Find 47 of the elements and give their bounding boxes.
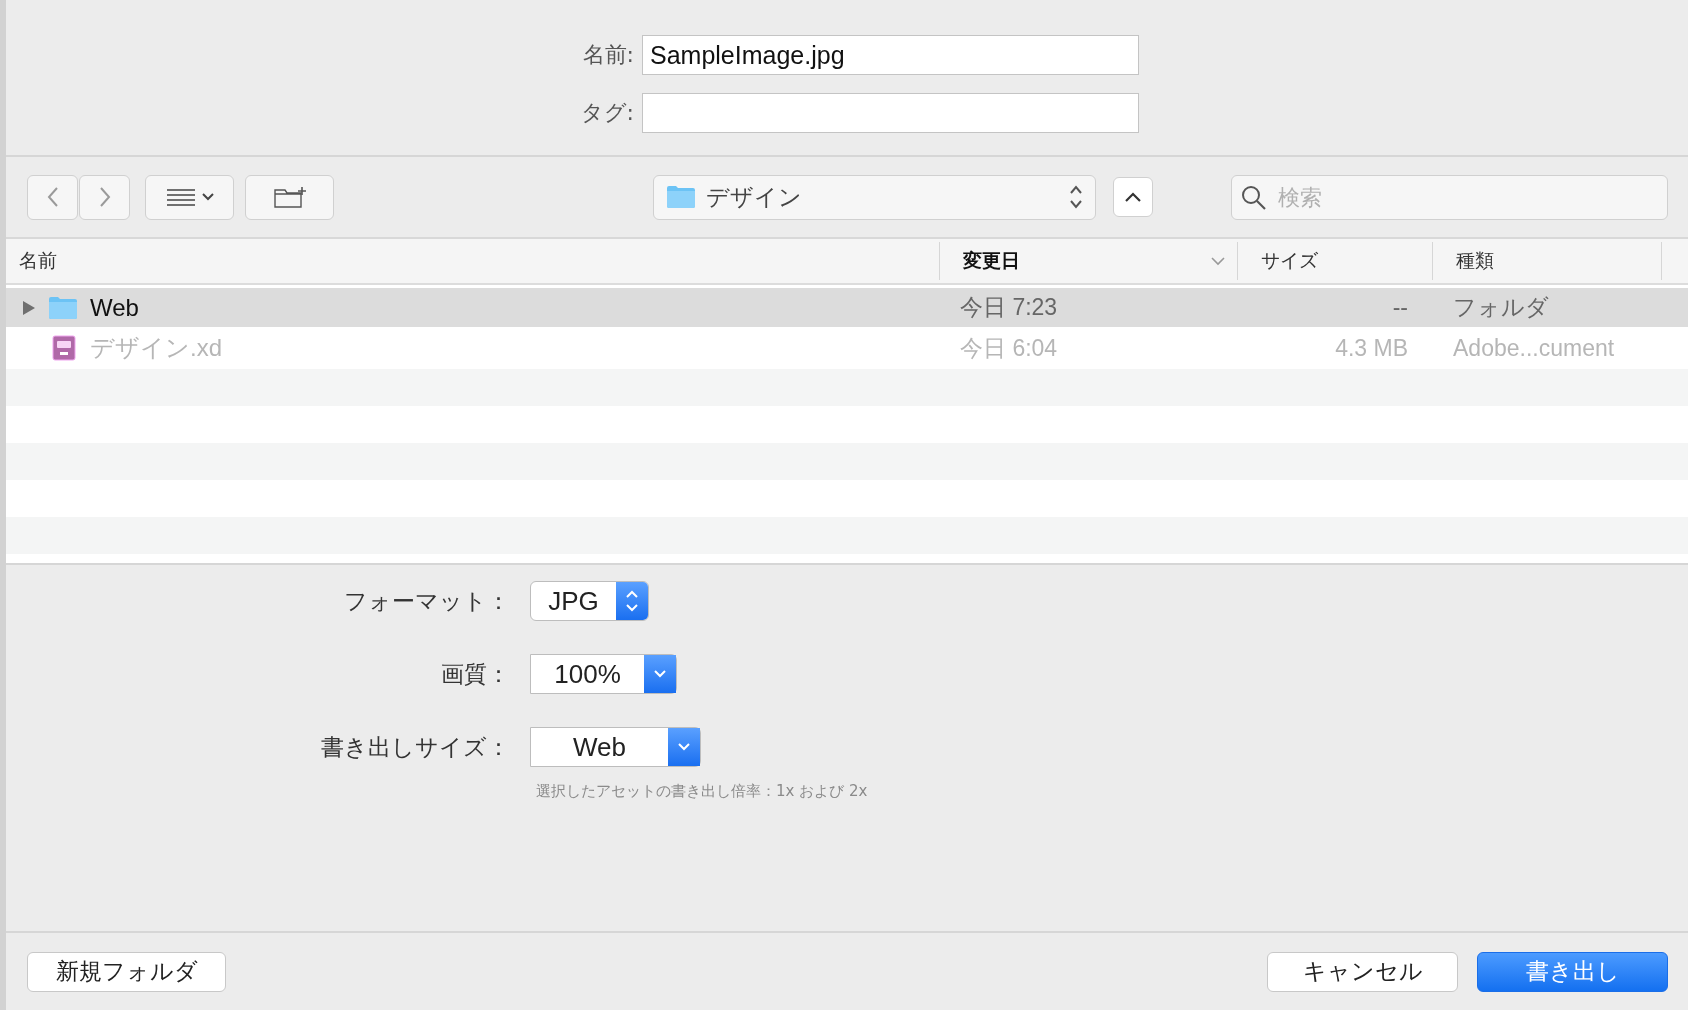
dropdown[interactable]: 100% [530, 654, 677, 694]
modified-date: 今日 6:04 [959, 333, 1059, 363]
export-button[interactable]: 書き出し [1477, 951, 1668, 992]
location-popup[interactable]: デザイン [653, 174, 1096, 220]
column-header[interactable]: 種類 [1433, 242, 1662, 280]
modified-date: 今日 7:23 [959, 293, 1059, 322]
file-size: 4.3 MB [1334, 334, 1409, 362]
file-size: -- [1391, 294, 1409, 321]
chevron-left-icon [46, 186, 59, 208]
column-header[interactable]: 名前 [6, 242, 940, 280]
tag-field[interactable] [642, 93, 1139, 133]
option-label: フォーマット： [343, 586, 511, 616]
chevron-down-icon [677, 742, 691, 752]
file-type: Adobe...cument [1452, 334, 1616, 362]
file-type: フォルダ [1452, 293, 1550, 322]
folder-plus-icon [272, 185, 307, 209]
folder-icon [48, 294, 78, 321]
cancel-button[interactable]: キャンセル [1267, 951, 1458, 992]
list-icon [165, 187, 196, 207]
chevron-up-icon [1125, 192, 1141, 202]
column-header[interactable]: サイズ [1238, 242, 1433, 280]
column-header[interactable]: 変更日 [940, 242, 1238, 280]
up-down-arrows-icon [625, 589, 639, 613]
file-row[interactable]: Web 今日 7:23 -- フォルダ [6, 288, 1688, 327]
view-options-button[interactable] [145, 174, 234, 220]
chevron-right-icon [98, 186, 111, 208]
option-label: 画質： [440, 659, 511, 689]
chevron-down-icon [653, 669, 667, 679]
field-label: タグ: [579, 99, 635, 127]
dropdown[interactable]: Web [530, 727, 701, 767]
hint-text: 選択したアセットの書き出し倍率：1x および 2x [536, 782, 869, 801]
field-label: 名前: [581, 41, 635, 69]
search-icon [1241, 184, 1267, 211]
folder-icon [666, 184, 696, 210]
file-name: デザイン.xd [90, 333, 222, 363]
parent-folder-button[interactable] [1113, 177, 1153, 217]
disclosure-triangle-icon [22, 299, 36, 316]
caret-icon [201, 193, 214, 201]
file-name: Web [90, 293, 139, 322]
new-folder-button[interactable]: 新規フォルダ [27, 951, 226, 992]
popup-button[interactable]: JPG [530, 581, 649, 621]
new-folder-button[interactable] [245, 174, 334, 220]
up-down-arrows-icon [1069, 184, 1083, 210]
option-label: 書き出しサイズ： [320, 732, 511, 762]
search-field[interactable]: 検索 [1231, 174, 1668, 220]
sort-caret-icon [1211, 256, 1225, 266]
name-field[interactable]: SampleImage.jpg [642, 35, 1139, 75]
